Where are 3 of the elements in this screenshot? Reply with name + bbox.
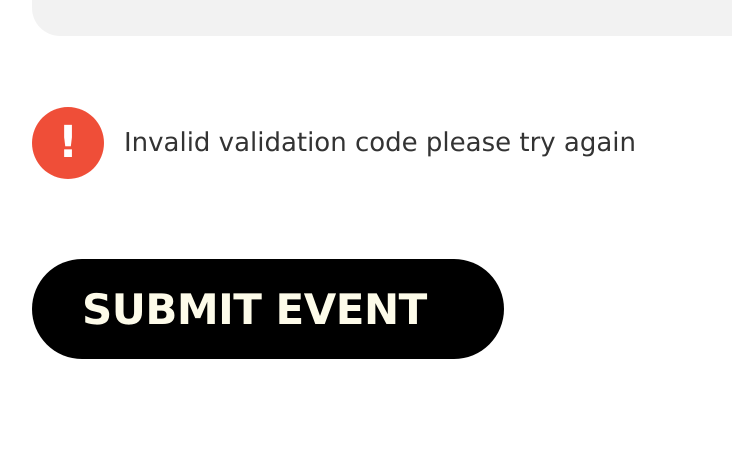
- error-icon: !: [32, 107, 104, 179]
- submit-button[interactable]: SUBMIT EVENT: [32, 259, 504, 359]
- error-message: Invalid validation code please try again: [124, 128, 636, 158]
